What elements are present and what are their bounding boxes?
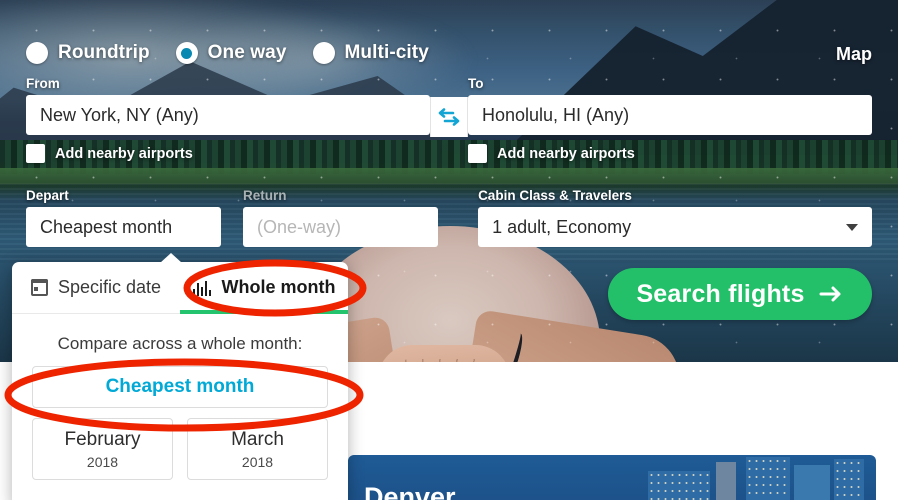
swap-horizontal-icon	[438, 108, 460, 126]
return-label: Return	[243, 188, 287, 203]
month-options-list: February 2018 March 2018	[32, 418, 328, 480]
month-year: 2018	[86, 453, 119, 470]
cabin-class-value: 1 adult, Economy	[492, 216, 632, 237]
city-card-denver[interactable]: Denver	[348, 455, 876, 500]
trip-type-radio-group: Roundtrip One way Multi-city	[26, 42, 429, 64]
city-card-name: Denver	[364, 482, 456, 500]
date-selection-dropdown: Specific date Whole month Compare across…	[12, 253, 348, 500]
month-option-march[interactable]: March 2018	[187, 418, 328, 480]
radio-icon-one-way	[175, 42, 198, 64]
map-link[interactable]: Map	[836, 44, 872, 65]
return-input[interactable]: (One-way)	[243, 207, 439, 247]
trip-type-one-way[interactable]: One way	[175, 42, 287, 64]
to-label: To	[468, 76, 484, 91]
to-nearby-airports-checkbox[interactable]: Add nearby airports	[468, 144, 872, 163]
month-name: February	[64, 428, 141, 450]
date-mode-tabs: Specific date Whole month	[12, 262, 348, 314]
active-tab-underline	[180, 310, 348, 314]
to-nearby-airports-label: Add nearby airports	[497, 145, 635, 162]
bar-chart-icon	[192, 280, 212, 296]
tab-whole-month-label: Whole month	[221, 277, 336, 297]
flight-search-screen: Denver Roundtrip One way Multi-city Map	[0, 0, 898, 500]
trip-type-one-way-label: One way	[207, 42, 287, 63]
checkbox-icon-to-nearby	[468, 144, 487, 163]
calendar-icon	[30, 279, 48, 296]
trip-type-roundtrip[interactable]: Roundtrip	[26, 42, 150, 64]
tab-whole-month[interactable]: Whole month	[180, 262, 348, 313]
from-nearby-airports-checkbox[interactable]: Add nearby airports	[26, 144, 430, 163]
swap-airports-button[interactable]	[430, 97, 468, 137]
depart-label: Depart	[26, 188, 69, 203]
month-option-february[interactable]: February 2018	[32, 418, 173, 480]
cheapest-month-label: Cheapest month	[105, 376, 255, 397]
dates-and-cabin-row: Depart Cheapest month Return (One-way) C…	[26, 188, 873, 247]
search-flights-button[interactable]: Search flights	[608, 268, 872, 320]
trip-type-multi-city-label: Multi-city	[344, 42, 429, 63]
from-label: From	[26, 76, 60, 91]
cabin-class-label: Cabin Class & Travelers	[478, 188, 632, 203]
arrow-right-icon	[819, 286, 841, 302]
tab-specific-date-label: Specific date	[57, 277, 162, 297]
from-input[interactable]: New York, NY (Any)	[26, 95, 430, 135]
cabin-class-select[interactable]: 1 adult, Economy	[478, 207, 873, 247]
trip-type-roundtrip-label: Roundtrip	[58, 42, 150, 63]
trip-type-multi-city[interactable]: Multi-city	[312, 42, 429, 64]
compare-across-month-label: Compare across a whole month:	[57, 334, 303, 353]
from-nearby-airports-label: Add nearby airports	[55, 145, 193, 162]
to-input[interactable]: Honolulu, HI (Any)	[468, 95, 872, 135]
checkbox-icon-from-nearby	[26, 144, 45, 163]
origin-destination-row: From New York, NY (Any) Add nearby airpo…	[26, 76, 872, 163]
depart-input[interactable]: Cheapest month	[26, 207, 222, 247]
month-year: 2018	[241, 453, 274, 470]
month-name: March	[231, 428, 284, 450]
radio-icon-roundtrip	[26, 42, 48, 64]
cheapest-month-option[interactable]: Cheapest month	[32, 366, 328, 408]
chevron-down-icon	[846, 224, 859, 231]
search-flights-label: Search flights	[636, 279, 805, 308]
tab-specific-date[interactable]: Specific date	[12, 262, 180, 313]
radio-icon-multi-city	[312, 42, 335, 64]
